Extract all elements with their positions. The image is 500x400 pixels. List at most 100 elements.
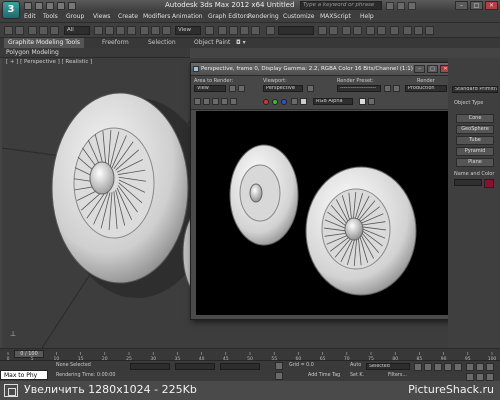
cone-button[interactable]: Cone xyxy=(456,114,494,123)
pyramid-button[interactable]: Pyramid xyxy=(456,147,494,156)
minimize-button[interactable]: – xyxy=(455,1,468,10)
redo-icon[interactable] xyxy=(68,2,76,10)
select-object-icon[interactable] xyxy=(94,26,103,35)
align-icon[interactable] xyxy=(329,26,338,35)
save-image-icon[interactable] xyxy=(194,98,201,105)
auto-key-button[interactable]: Auto xyxy=(350,363,361,368)
menu-group[interactable]: Group xyxy=(66,13,84,20)
edit-region-icon[interactable] xyxy=(229,85,236,92)
enlarge-link[interactable]: Увеличить 1280x1024 - 225Kb xyxy=(24,383,197,396)
menu-maxscript[interactable]: MAXScript xyxy=(320,13,351,20)
window-crossing-icon[interactable] xyxy=(127,26,136,35)
ribbon-options-icon[interactable]: ◘ ▾ xyxy=(236,39,246,46)
object-category-dropdown[interactable]: Standard Primitives xyxy=(452,86,498,93)
open-file-icon[interactable] xyxy=(35,2,43,10)
x-coordinate-field[interactable] xyxy=(130,363,170,370)
bind-space-warp-icon[interactable] xyxy=(50,26,59,35)
area-to-render-dropdown[interactable]: View xyxy=(194,85,226,92)
green-channel-icon[interactable] xyxy=(272,99,278,105)
print-image-icon[interactable] xyxy=(221,98,228,105)
enlarge-icon[interactable] xyxy=(4,384,18,397)
select-by-name-icon[interactable] xyxy=(105,26,114,35)
material-editor-icon[interactable] xyxy=(390,26,399,35)
blue-channel-icon[interactable] xyxy=(281,99,287,105)
new-file-icon[interactable] xyxy=(24,2,32,10)
mirror-icon[interactable] xyxy=(318,26,327,35)
spinner-snap-icon[interactable] xyxy=(251,26,260,35)
z-coordinate-field[interactable] xyxy=(220,363,260,370)
maxscript-listener[interactable]: Max to Phy xyxy=(0,370,48,380)
tab-selection[interactable]: Selection xyxy=(148,39,176,46)
render-production-icon[interactable] xyxy=(425,26,434,35)
percent-snap-icon[interactable] xyxy=(240,26,249,35)
render-maximize-button[interactable]: □ xyxy=(427,65,438,73)
auto-region-icon[interactable] xyxy=(238,85,245,92)
alpha-channel-icon[interactable] xyxy=(291,98,298,105)
render-preset-dropdown[interactable]: -------------------- xyxy=(337,85,381,92)
render-mode-dropdown[interactable]: Production xyxy=(405,85,447,92)
tab-freeform[interactable]: Freeform xyxy=(102,39,129,46)
play-icon[interactable] xyxy=(434,363,442,371)
tab-object-paint[interactable]: Object Paint xyxy=(194,39,230,46)
menu-animation[interactable]: Animation xyxy=(172,13,203,20)
key-selection-dropdown[interactable]: Selected xyxy=(366,363,410,370)
help-search-input[interactable]: Type a keyword or phrase xyxy=(300,1,382,10)
menu-rendering[interactable]: Rendering xyxy=(248,13,279,20)
pivot-icon[interactable] xyxy=(205,26,214,35)
previous-frame-icon[interactable] xyxy=(424,363,432,371)
help-icon[interactable] xyxy=(408,2,416,10)
color-swatch-icon[interactable] xyxy=(359,98,366,105)
maximize-button[interactable]: □ xyxy=(470,1,483,10)
clone-window-icon[interactable] xyxy=(212,98,219,105)
rendered-image[interactable] xyxy=(196,111,448,315)
menu-graph-editors[interactable]: Graph Editors xyxy=(208,13,249,20)
go-to-start-icon[interactable] xyxy=(414,363,422,371)
viewport-dropdown[interactable]: Perspective xyxy=(263,85,303,92)
schematic-view-icon[interactable] xyxy=(377,26,386,35)
object-name-field[interactable] xyxy=(454,179,482,186)
render-setup-icon[interactable] xyxy=(403,26,412,35)
scale-icon[interactable] xyxy=(162,26,171,35)
render-minimize-button[interactable]: – xyxy=(414,65,425,73)
lock-viewport-icon[interactable] xyxy=(307,85,314,92)
orbit-viewport-icon[interactable] xyxy=(486,363,494,371)
undo-toolbar-icon[interactable] xyxy=(4,26,13,35)
menu-create[interactable]: Create xyxy=(118,13,138,20)
app-menu-logo-icon[interactable]: 3 xyxy=(2,1,20,19)
y-coordinate-field[interactable] xyxy=(175,363,215,370)
link-icon[interactable] xyxy=(28,26,37,35)
add-time-tag-button[interactable]: Add Time Tag xyxy=(308,373,340,378)
selection-region-icon[interactable] xyxy=(116,26,125,35)
redo-toolbar-icon[interactable] xyxy=(15,26,24,35)
graphite-toggle-icon[interactable] xyxy=(353,26,362,35)
geosphere-button[interactable]: GeoSphere xyxy=(456,125,494,134)
reference-coordinate-dropdown[interactable]: View xyxy=(175,26,201,35)
key-filters-button[interactable]: Filters... xyxy=(388,373,407,378)
plane-button[interactable]: Plane xyxy=(456,158,494,167)
zoom-viewport-icon[interactable] xyxy=(466,363,474,371)
menu-tools[interactable]: Tools xyxy=(43,13,58,20)
move-icon[interactable] xyxy=(140,26,149,35)
next-frame-icon[interactable] xyxy=(444,363,452,371)
zoom-extents-icon[interactable] xyxy=(476,373,484,381)
copy-image-icon[interactable] xyxy=(203,98,210,105)
clear-image-icon[interactable] xyxy=(230,98,237,105)
tube-button[interactable]: Tube xyxy=(456,136,494,145)
red-channel-icon[interactable] xyxy=(263,99,269,105)
go-to-end-icon[interactable] xyxy=(454,363,462,371)
binoculars-icon[interactable] xyxy=(386,2,394,10)
star-icon[interactable] xyxy=(397,2,405,10)
snap-toggle-icon[interactable] xyxy=(218,26,227,35)
monochrome-icon[interactable] xyxy=(300,98,307,105)
set-key-button[interactable]: Set K. xyxy=(350,373,364,378)
close-button[interactable]: ✕ xyxy=(485,1,498,10)
save-file-icon[interactable] xyxy=(46,2,54,10)
object-color-swatch[interactable] xyxy=(484,179,494,188)
maximize-viewport-icon[interactable] xyxy=(486,373,494,381)
named-selection-sets-dropdown[interactable] xyxy=(278,26,314,35)
unlink-icon[interactable] xyxy=(39,26,48,35)
viewport-label[interactable]: [ + ] [ Perspective ] [ Realistic ] xyxy=(6,59,92,65)
render-window-title-bar[interactable]: Perspective, frame 0, Display Gamma: 2.2… xyxy=(191,63,453,76)
menu-views[interactable]: Views xyxy=(93,13,110,20)
named-selection-icon[interactable] xyxy=(266,26,275,35)
